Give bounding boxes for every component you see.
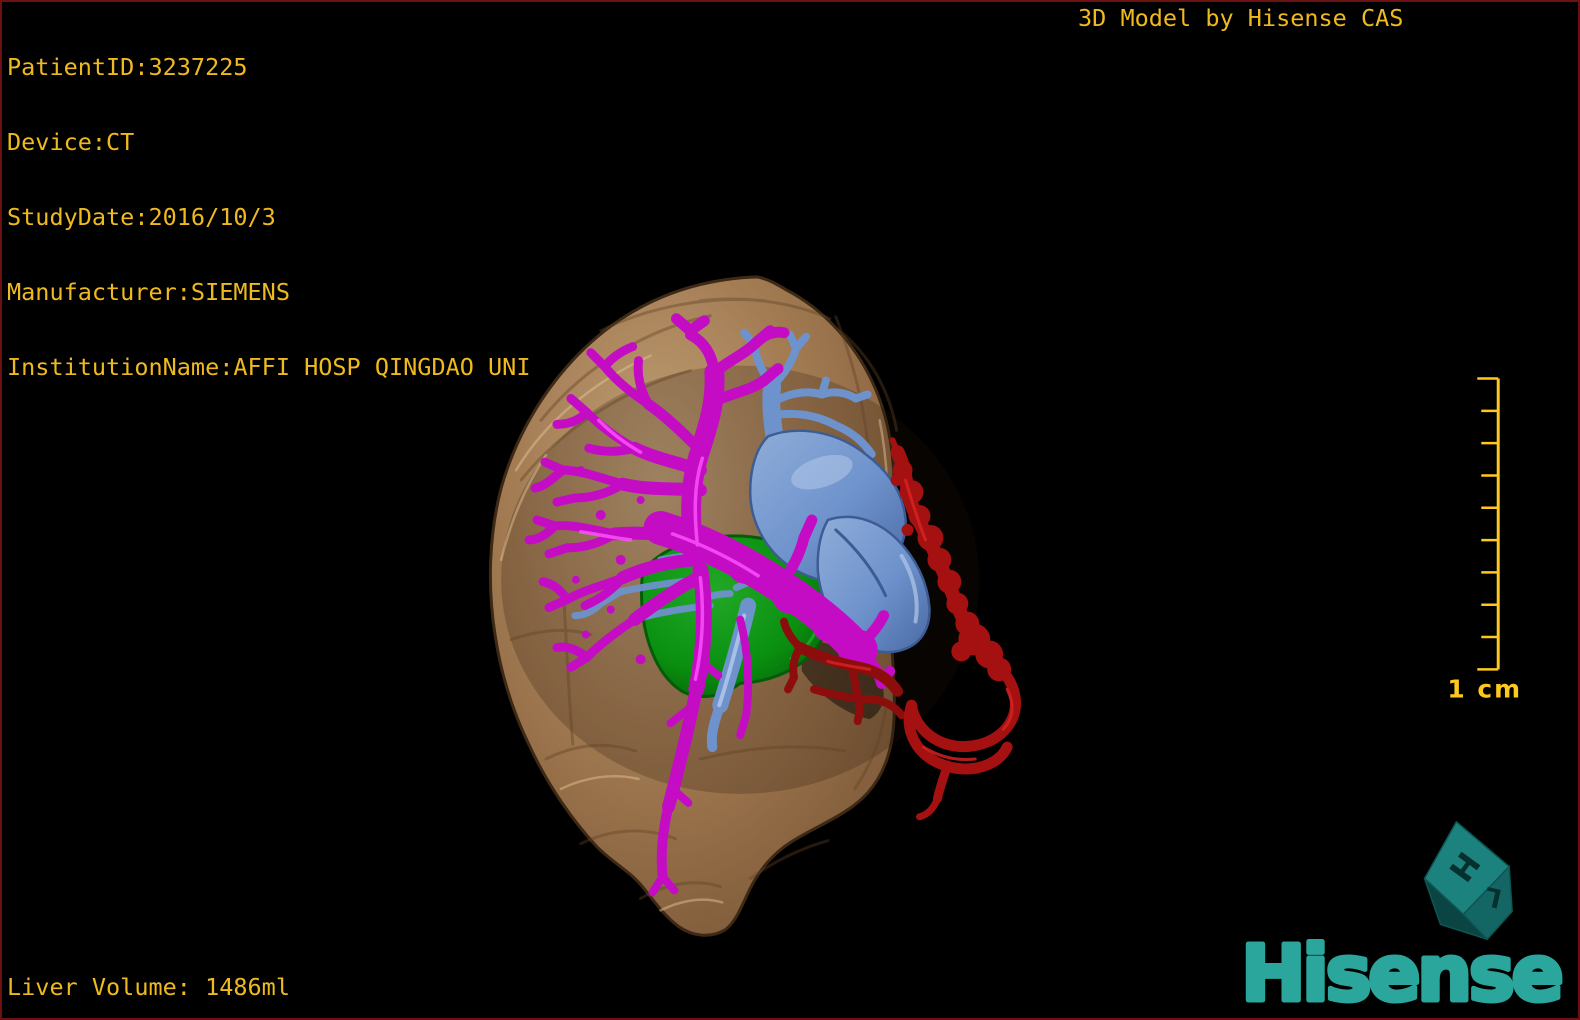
study-date: StudyDate:2016/10/3: [7, 203, 276, 231]
patient-id: PatientID:3237225: [7, 53, 248, 81]
application-window: 1 cm H L Hisense PatientID:3237225 Devic…: [0, 0, 1580, 1020]
liver-volume-readout: Liver Volume: 1486ml: [7, 973, 290, 1001]
manufacturer: Manufacturer:SIEMENS: [7, 278, 290, 306]
device: Device:CT: [7, 128, 135, 156]
patient-info-block: PatientID:3237225 Device:CT StudyDate:20…: [7, 5, 530, 430]
scale-bar-ticks: [1477, 377, 1499, 671]
orientation-cube[interactable]: H L: [1423, 820, 1513, 941]
viewer-title: 3D Model by Hisense CAS: [1078, 4, 1404, 32]
scale-bar: 1 cm: [1447, 377, 1522, 703]
institution-name: InstitutionName:AFFI HOSP QINGDAO UNI: [7, 353, 531, 381]
hisense-logo: Hisense: [1241, 930, 1560, 1018]
scale-bar-label: 1 cm: [1447, 674, 1522, 703]
